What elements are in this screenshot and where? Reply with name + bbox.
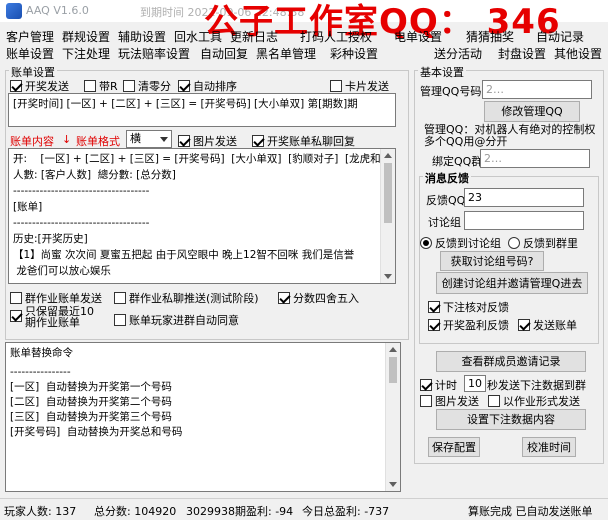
status-bar: 玩家人数: 137 总分数: 104920 3029938期盈利: -94 今日… [0, 498, 608, 520]
format-template-input[interactable]: [开奖时间] [一区] + [二区] + [三区] = [开奖号码] [大小单双… [8, 93, 396, 127]
status-total-score: 总分数: 104920 [94, 505, 177, 518]
image-send-checkbox-2[interactable]: 图片发送 [420, 393, 479, 409]
save-config-button[interactable]: 保存配置 [428, 437, 480, 457]
bill-format-label: 账单格式 [76, 135, 120, 148]
menu-billing[interactable]: 账单设置 [6, 45, 54, 62]
timer-checkbox[interactable]: 计时 [420, 377, 457, 393]
keep-recent-checkbox[interactable]: 只保留最近10 期作业账单 [10, 306, 94, 328]
admin-note: 管理QQ：对机器人有绝对的控制权 多个QQ用@分开 [424, 123, 596, 148]
set-bet-data-button[interactable]: 设置下注数据内容 [436, 409, 586, 430]
feedback-group-radio[interactable]: 反馈到群里 [508, 235, 578, 251]
clear-zero-checkbox[interactable]: 清零分 [123, 78, 171, 94]
discuss-label: 讨论组 [428, 216, 461, 229]
menu-auto-record[interactable]: 自动记录 [536, 28, 584, 45]
card-send-checkbox[interactable]: 卡片发送 [330, 78, 389, 94]
app-icon [6, 3, 22, 19]
menu-bet[interactable]: 下注处理 [62, 45, 110, 62]
menu-blacklist[interactable]: 黑名单管理 [256, 45, 316, 62]
create-discuss-button[interactable]: 创建讨论组并邀请管理Q进去 [436, 272, 588, 294]
with-r-checkbox[interactable]: 带R [84, 78, 118, 94]
auto-sort-checkbox[interactable]: 自动排序 [178, 78, 237, 94]
group-send-checkbox[interactable]: 群作业账单发送 [10, 290, 102, 306]
basic-settings-title: 基本设置 [418, 64, 466, 80]
profit-feedback-checkbox[interactable]: 开奖盈利反馈 [428, 317, 509, 333]
private-reply-checkbox[interactable]: 开奖账单私聊回复 [252, 133, 355, 149]
menu-odds[interactable]: 玩法赔率设置 [118, 45, 190, 62]
feedback-qq-input[interactable]: 23 [464, 188, 584, 207]
scroll-up-icon[interactable] [384, 153, 392, 158]
scroll-thumb[interactable] [389, 357, 397, 383]
feedback-qq-label: 反馈QQ [426, 194, 466, 207]
menu-close[interactable]: 封盘设置 [498, 45, 546, 62]
replace-scrollbar[interactable] [385, 343, 400, 491]
admin-qq-input[interactable]: 2… [482, 80, 592, 99]
private-chat-checkbox[interactable]: 群作业私聊推送(测试阶段) [114, 290, 259, 306]
check-time-button[interactable]: 校准时间 [522, 437, 576, 457]
open-send-checkbox[interactable]: 开奖发送 [10, 78, 69, 94]
auto-agree-checkbox[interactable]: 账单玩家进群自动同意 [114, 312, 239, 328]
scroll-down-icon[interactable] [389, 482, 397, 487]
chevron-down-icon [160, 137, 168, 142]
format-select[interactable]: 横 [126, 130, 172, 148]
replace-commands-title: 账单替换命令 [10, 347, 73, 359]
bind-group-label: 绑定QQ群 [432, 155, 483, 168]
list-send-checkbox[interactable]: 以作业形式发送 [488, 393, 580, 409]
menu-water-tools[interactable]: 回水工具 [174, 28, 222, 45]
view-invite-button[interactable]: 查看群成员邀请记录 [436, 351, 586, 372]
app-title: AAQ V1.6.0 [26, 4, 89, 17]
discuss-input[interactable] [464, 211, 584, 230]
round-checkbox[interactable]: 分数四舍五入 [278, 290, 359, 306]
menu-lottery[interactable]: 猜猜抽奖 [466, 28, 514, 45]
image-send-checkbox[interactable]: 图片发送 [178, 133, 237, 149]
bill-content-scrollbar[interactable] [380, 149, 395, 283]
admin-qq-label: 管理QQ号码 [420, 85, 482, 98]
timer-seconds-input[interactable]: 10 [464, 375, 486, 392]
timer-suffix: 秒发送下注数据到群 [487, 379, 586, 392]
scroll-thumb[interactable] [384, 163, 392, 223]
feedback-discuss-radio[interactable]: 反馈到讨论组 [420, 235, 501, 251]
modify-admin-button[interactable]: 修改管理QQ [484, 101, 580, 122]
menu-auto-reply[interactable]: 自动回复 [200, 45, 248, 62]
bill-content-label: 账单内容 [10, 135, 54, 148]
menu-bonus[interactable]: 送分活动 [434, 45, 482, 62]
menu-update-log[interactable]: 更新日志 [230, 28, 278, 45]
menu-bar: 客户管理 群规设置 辅助设置 回水工具 更新日志 打码人工授权 电单设置 猜猜抽… [0, 28, 608, 62]
menu-auth[interactable]: 打码人工授权 [300, 28, 372, 45]
menu-group-rules[interactable]: 群规设置 [62, 28, 110, 45]
bet-check-checkbox[interactable]: 下注核对反馈 [428, 299, 509, 315]
menu-lottery-type[interactable]: 彩种设置 [330, 45, 378, 62]
scroll-up-icon[interactable] [389, 347, 397, 352]
bill-content-input[interactable]: 开: [一区] + [二区] + [三区] = [开奖号码] [大小单双] [豹… [8, 148, 396, 284]
menu-other[interactable]: 其他设置 [554, 45, 602, 62]
replace-commands-panel[interactable]: 账单替换命令 ---------------- [一区] 自动替换为开奖第一个号… [5, 342, 401, 492]
feedback-title: 消息反馈 [423, 170, 471, 186]
status-today-profit: 今日总盈利: -737 [302, 505, 390, 518]
status-players: 玩家人数: 137 [4, 505, 77, 518]
down-arrow-icon: ↓ [62, 133, 72, 146]
status-period-profit: 3029938期盈利: -94 [186, 505, 294, 518]
scroll-down-icon[interactable] [384, 274, 392, 279]
menu-bill-settings[interactable]: 电单设置 [394, 28, 442, 45]
get-discuss-button[interactable]: 获取讨论组号码? [440, 251, 544, 271]
status-done: 算账完成 已自动发送账单 [468, 505, 593, 518]
send-bill-checkbox[interactable]: 发送账单 [518, 317, 577, 333]
menu-assist[interactable]: 辅助设置 [118, 28, 166, 45]
bind-group-input[interactable]: 2… [480, 149, 590, 168]
menu-client[interactable]: 客户管理 [6, 28, 54, 45]
